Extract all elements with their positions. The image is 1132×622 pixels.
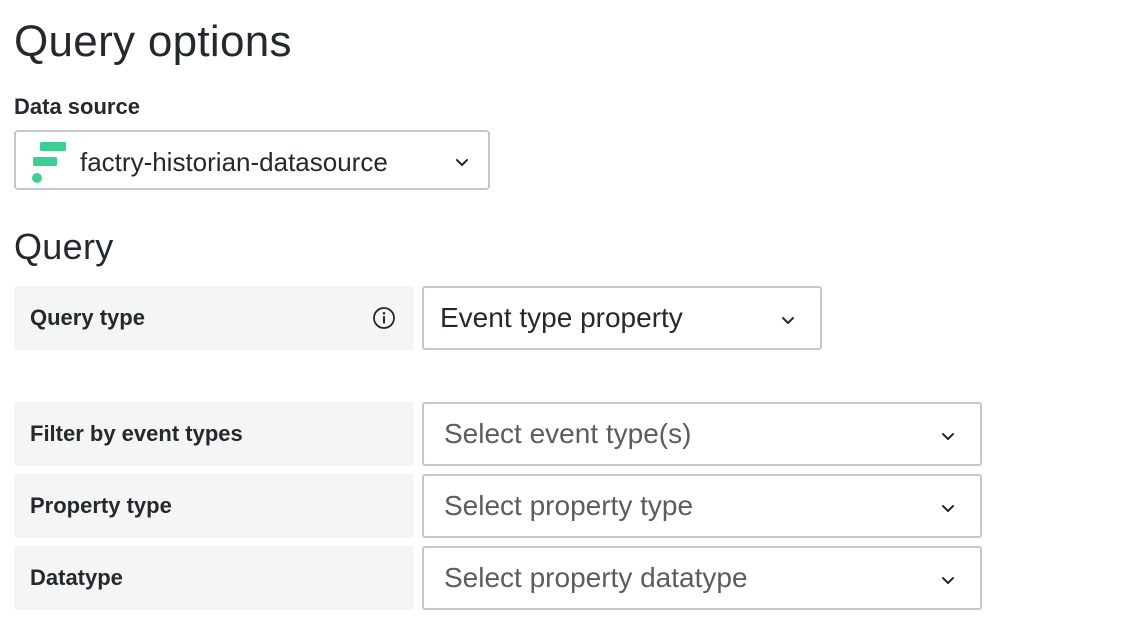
data-source-picker[interactable]: factry-historian-datasource (14, 130, 490, 190)
query-type-label: Query type (14, 286, 414, 350)
query-section-title: Query (14, 226, 114, 267)
datatype-label: Datatype (14, 546, 414, 610)
factry-logo-icon (32, 142, 66, 183)
datatype-select[interactable]: Select property datatype (422, 546, 982, 610)
filter-event-types-label: Filter by event types (14, 402, 414, 466)
chevron-down-icon (782, 317, 794, 324)
property-type-label: Property type (14, 474, 414, 538)
event-types-placeholder: Select event type(s) (444, 418, 692, 449)
chevron-down-icon (942, 577, 954, 584)
query-type-select[interactable]: Event type property (422, 286, 822, 350)
filter-event-types-label-text: Filter by event types (30, 421, 243, 446)
chevron-down-icon (942, 505, 954, 512)
event-types-select[interactable]: Select event type(s) (422, 402, 982, 466)
property-type-label-text: Property type (30, 493, 172, 518)
data-source-value: factry-historian-datasource (80, 147, 388, 177)
chevron-down-icon (456, 159, 468, 166)
query-type-label-text: Query type (30, 305, 145, 330)
data-source-label: Data source (14, 94, 140, 119)
property-type-select[interactable]: Select property type (422, 474, 982, 538)
datatype-placeholder: Select property datatype (444, 562, 748, 593)
datatype-label-text: Datatype (30, 565, 123, 590)
chevron-down-icon (942, 433, 954, 440)
query-type-value: Event type property (440, 302, 683, 333)
info-circle-icon[interactable] (372, 306, 396, 330)
property-type-placeholder: Select property type (444, 490, 694, 521)
page-title: Query options (14, 17, 292, 66)
